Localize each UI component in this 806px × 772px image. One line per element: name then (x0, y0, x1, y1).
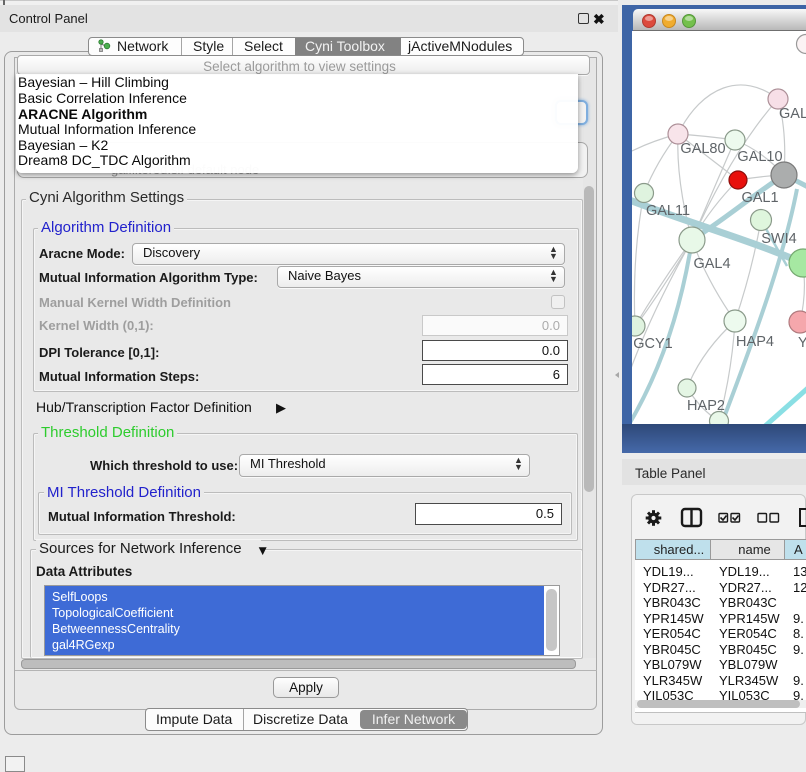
svg-text:HAP2: HAP2 (687, 398, 725, 414)
svg-text:GAL7: GAL7 (779, 106, 806, 122)
svg-text:GCY1: GCY1 (633, 336, 673, 352)
svg-text:GAL80: GAL80 (680, 141, 725, 157)
svg-text:Y: Y (798, 335, 806, 351)
svg-text:GAL4: GAL4 (693, 256, 730, 272)
svg-text:SWI4: SWI4 (761, 231, 796, 247)
svg-text:GAL10: GAL10 (737, 149, 782, 165)
svg-text:HAP4: HAP4 (736, 334, 774, 350)
svg-text:GAL11: GAL11 (646, 203, 690, 219)
svg-text:GAL1: GAL1 (741, 190, 778, 206)
